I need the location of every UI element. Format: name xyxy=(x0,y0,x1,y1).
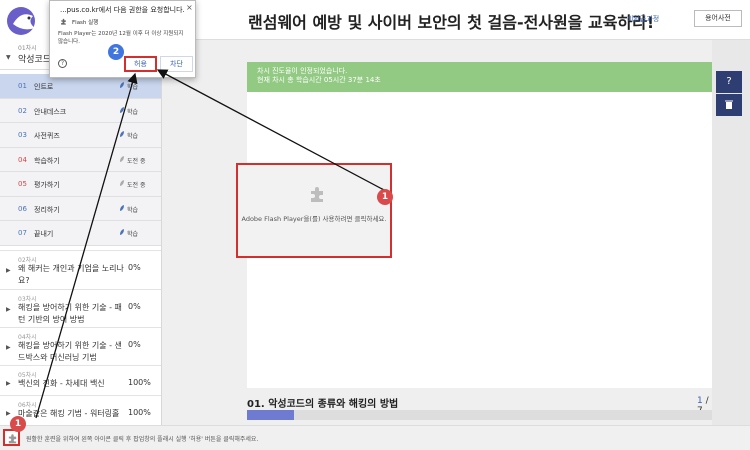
step-two-badge: 2 xyxy=(108,44,124,60)
arrow-from-plugin-button xyxy=(35,72,138,419)
page-root: 01차시 ▼ 악성코드의 종류와 해킹의 방법 01 인트로 학습 02 안내데… xyxy=(0,0,750,450)
arrow-to-allow-button xyxy=(156,69,385,191)
step-one-badge: 1 xyxy=(10,416,26,432)
step-one-badge: 1 xyxy=(377,189,393,205)
instruction-arrows xyxy=(35,69,385,419)
